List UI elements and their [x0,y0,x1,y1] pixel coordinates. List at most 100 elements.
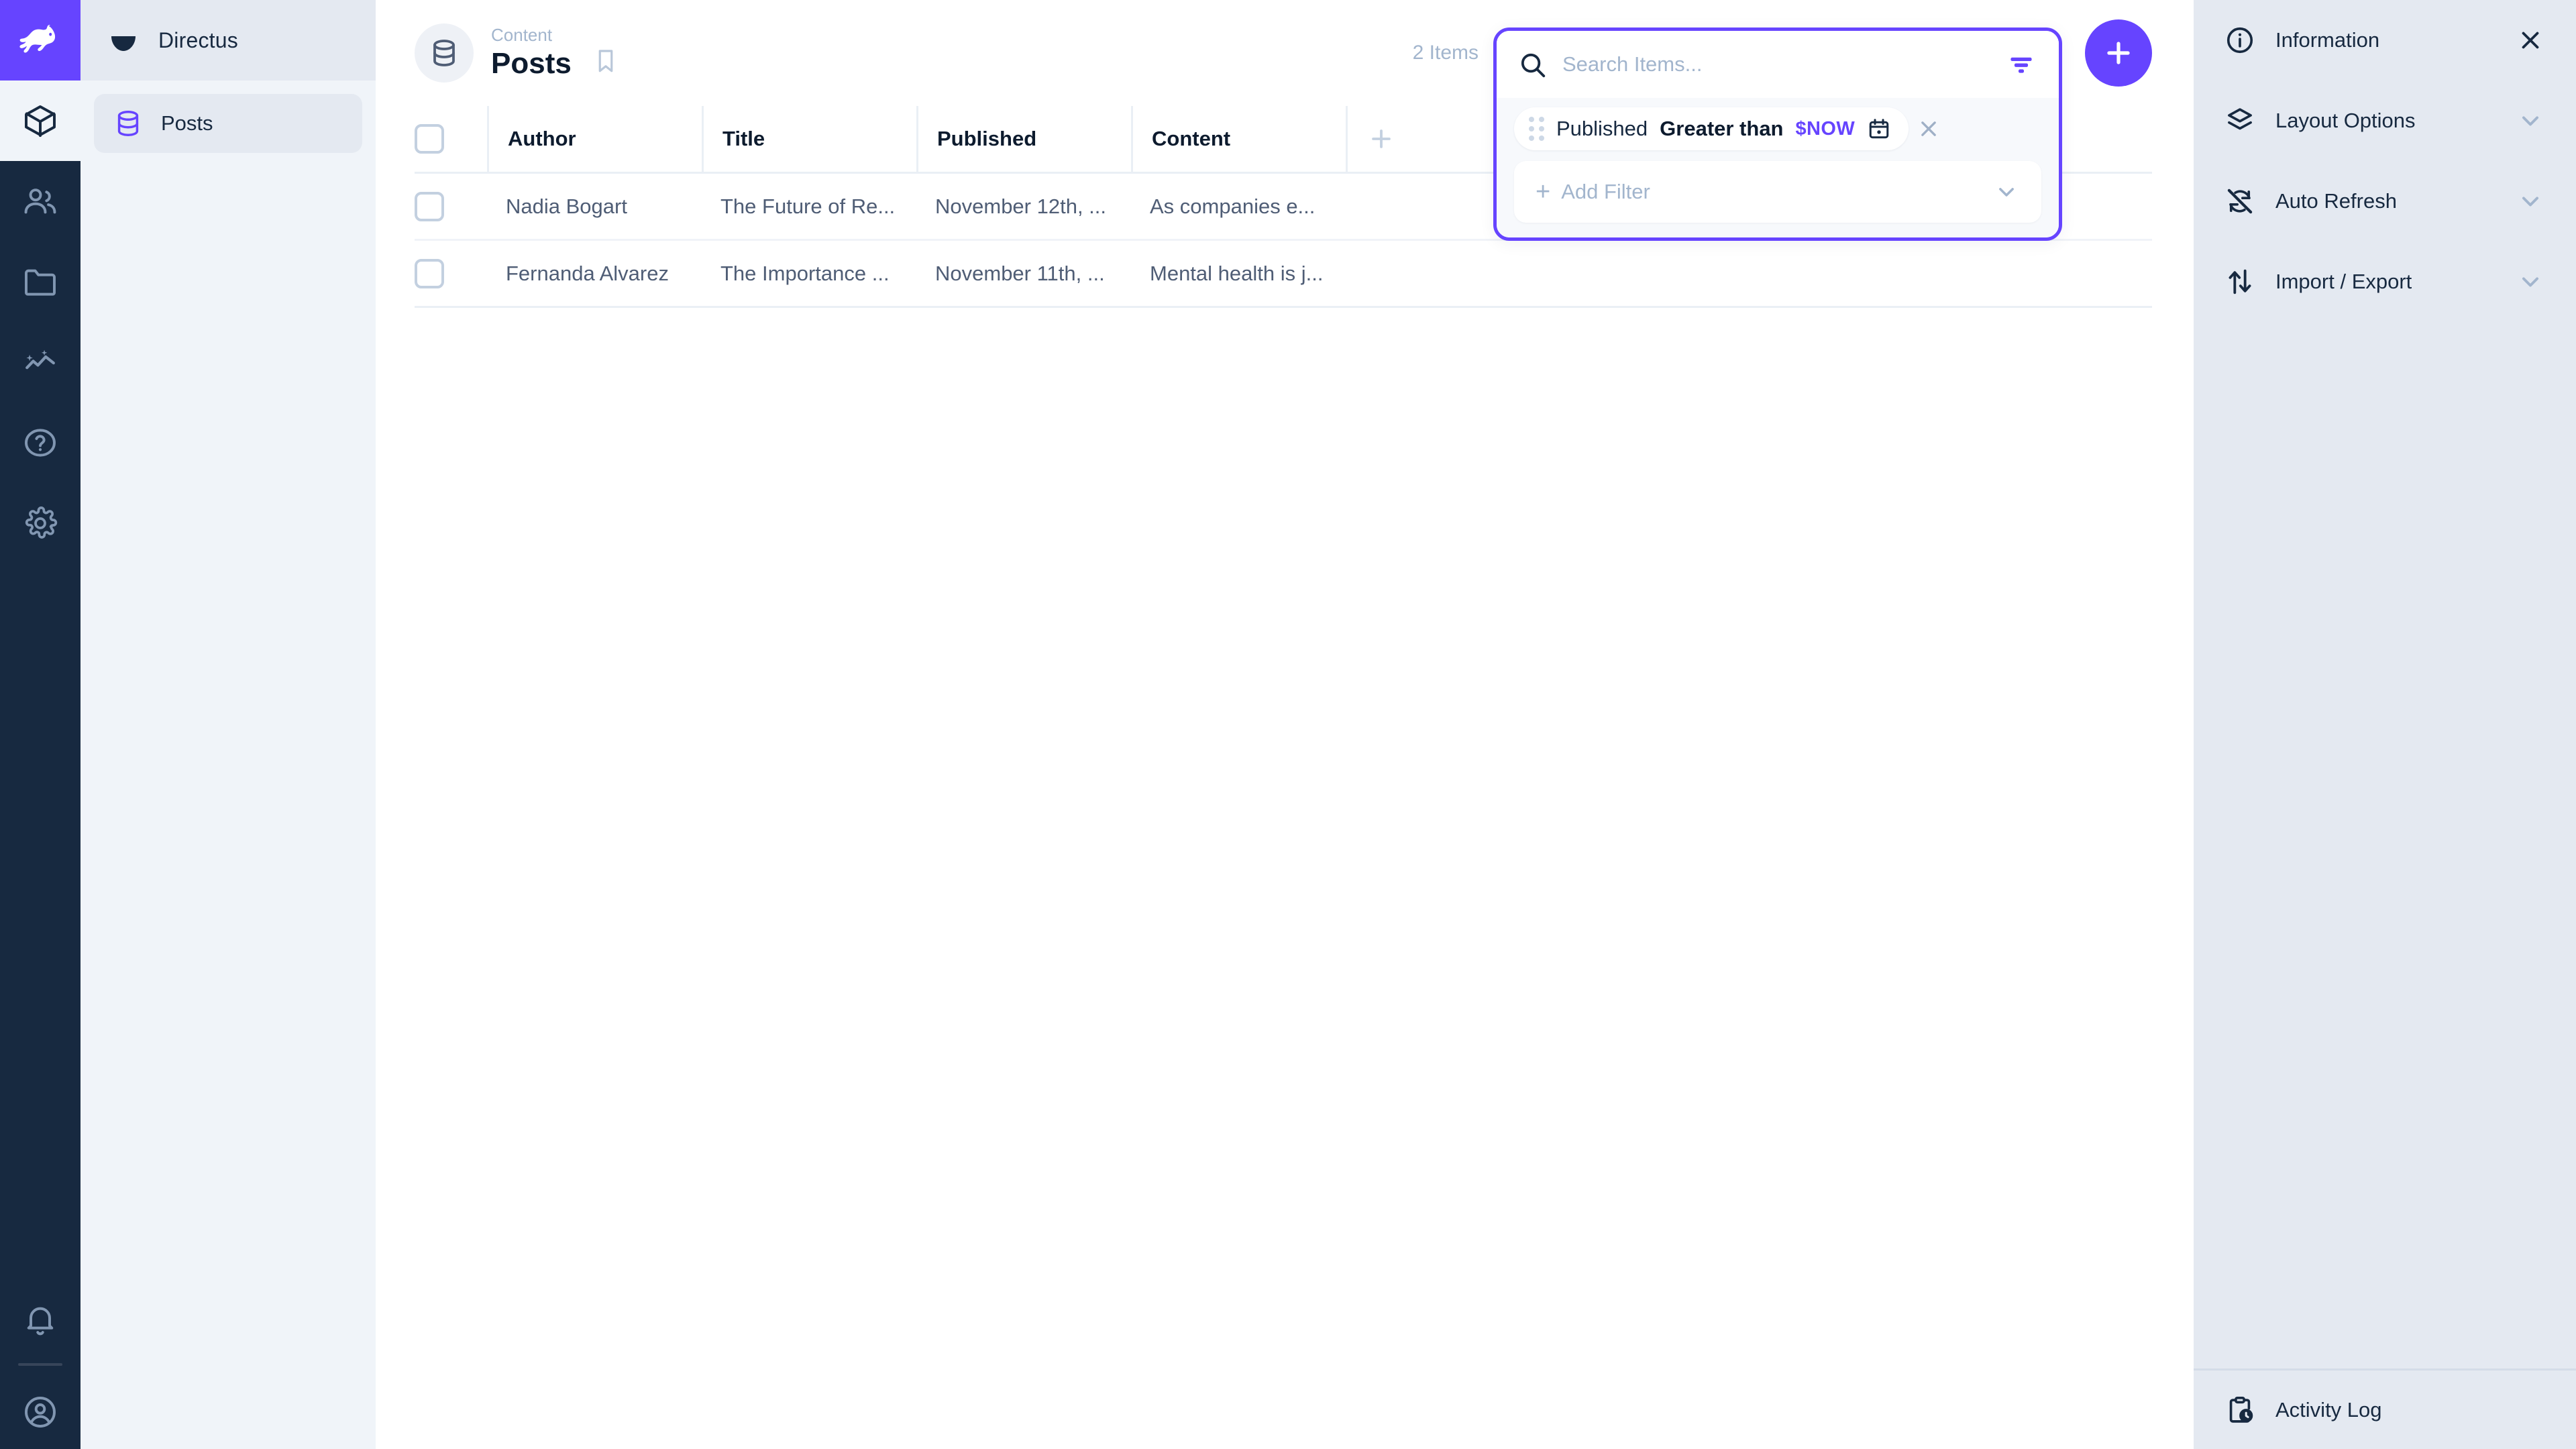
insights-icon [21,343,59,381]
directus-logo[interactable] [0,0,80,80]
column-label: Published [937,127,1036,151]
account-button[interactable] [0,1375,80,1449]
chevron-down-icon[interactable] [1993,178,2020,205]
panel-label: Import / Export [2275,270,2412,294]
panel-label: Layout Options [2275,109,2416,133]
filter-chip-row: Published Greater than $NOW [1514,107,2041,150]
chevron-down-icon[interactable] [2516,186,2545,216]
gear-icon [21,504,59,542]
box-icon [21,102,59,140]
module-settings[interactable] [0,483,80,564]
sidebar-panel-auto-refresh[interactable]: Auto Refresh [2194,161,2576,241]
info-circle-icon [2224,25,2255,56]
cell-empty [1346,240,2152,307]
row-checkbox[interactable] [415,192,444,221]
app-root: Directus Posts [0,0,2576,1449]
rail-divider [18,1363,62,1366]
module-content[interactable] [0,80,80,161]
panel-label: Information [2275,28,2379,52]
directus-fan-glyph [107,24,140,56]
column-label: Title [722,127,765,151]
account-circle-icon [21,1393,59,1431]
column-header-content[interactable]: Content [1131,106,1346,173]
filter-lines-glyph [2006,50,2036,79]
import-export-glyph [2224,266,2255,297]
activity-log-label: Activity Log [2275,1398,2382,1422]
sidebar-item-label: Posts [161,111,213,136]
cell-published: November 12th, ... [916,173,1131,240]
title-block: Content Posts [491,25,572,80]
plus-icon [2101,36,2136,70]
calendar-glyph [1867,117,1891,141]
notifications-button[interactable] [0,1283,80,1356]
filter-operator[interactable]: Greater than [1660,117,1783,141]
column-header-published[interactable]: Published [916,106,1131,173]
add-filter-button[interactable]: + Add Filter [1514,161,2041,223]
filter-lines-icon[interactable] [2006,50,2036,79]
sidebar-panel-information[interactable]: Information [2194,0,2576,80]
layers-icon [2224,105,2255,136]
collection-nav-list: Posts [80,80,376,153]
refresh-off-icon [2224,186,2255,217]
project-name: Directus [158,28,238,53]
sidebar-activity-log[interactable]: Activity Log [2194,1368,2576,1449]
add-column-button[interactable] [1366,124,1396,154]
chevron-down-glyph [2516,106,2545,136]
search-input[interactable] [1562,52,1992,76]
add-filter-label: Add Filter [1561,180,1650,204]
activity-log-icon [2224,1395,2255,1426]
filter-chip[interactable]: Published Greater than $NOW [1514,107,1909,150]
header-actions: 2 Items [1413,19,2152,87]
chevron-down-glyph [1993,178,2020,205]
calendar-icon[interactable] [1867,117,1891,141]
column-header-title[interactable]: Title [702,106,916,173]
nav-sidebar: Directus Posts [80,0,376,1449]
right-sidebar-spacer [2194,322,2576,1368]
create-item-button[interactable] [2085,19,2152,87]
cell-title: The Future of Re... [702,173,916,240]
chevron-down-glyph [2516,267,2545,297]
bookmark-icon [592,46,620,74]
select-all-checkbox[interactable] [415,124,444,154]
items-table-area: Author Title Published Content [376,106,2194,1449]
table-row[interactable]: Fernanda Alvarez The Importance ... Nove… [415,240,2152,307]
cell-author: Fernanda Alvarez [487,240,702,307]
directus-fan-icon [107,24,140,56]
breadcrumb: Content [491,25,572,46]
panel-label: Auto Refresh [2275,189,2397,213]
search-filter-panel: Published Greater than $NOW [1493,28,2062,241]
bookmark-button[interactable] [592,46,620,74]
sidebar-panel-layout-options[interactable]: Layout Options [2194,80,2576,161]
column-header-author[interactable]: Author [487,106,702,173]
sidebar-item-posts[interactable]: Posts [94,94,362,153]
module-files[interactable] [0,241,80,322]
chevron-down-glyph [2516,186,2545,216]
chevron-down-icon[interactable] [2516,267,2545,297]
close-icon[interactable] [2516,25,2545,55]
database-icon [113,108,144,139]
folder-icon [21,263,59,301]
filter-field[interactable]: Published [1556,117,1648,141]
refresh-off-glyph [2224,186,2255,217]
module-help[interactable] [0,402,80,483]
layers-glyph [2224,105,2255,136]
select-all-header [415,106,487,173]
activity-log-glyph [2224,1395,2255,1426]
module-insights[interactable] [0,322,80,402]
people-icon [21,182,59,220]
module-users[interactable] [0,161,80,241]
page-title: Posts [491,47,572,81]
cell-content: As companies e... [1131,173,1346,240]
item-count: 2 Items [1413,42,1479,64]
filter-value[interactable]: $NOW [1796,118,1856,140]
project-header[interactable]: Directus [80,0,376,80]
page-header: Content Posts 2 Items [376,0,2194,106]
drag-dots-icon[interactable] [1529,117,1544,141]
row-checkbox[interactable] [415,259,444,288]
chevron-down-icon[interactable] [2516,106,2545,136]
row-select-cell [415,173,487,240]
remove-filter-button[interactable] [1915,115,1942,142]
column-label: Author [508,127,576,151]
sidebar-panel-import-export[interactable]: Import / Export [2194,241,2576,322]
cell-published: November 11th, ... [916,240,1131,307]
